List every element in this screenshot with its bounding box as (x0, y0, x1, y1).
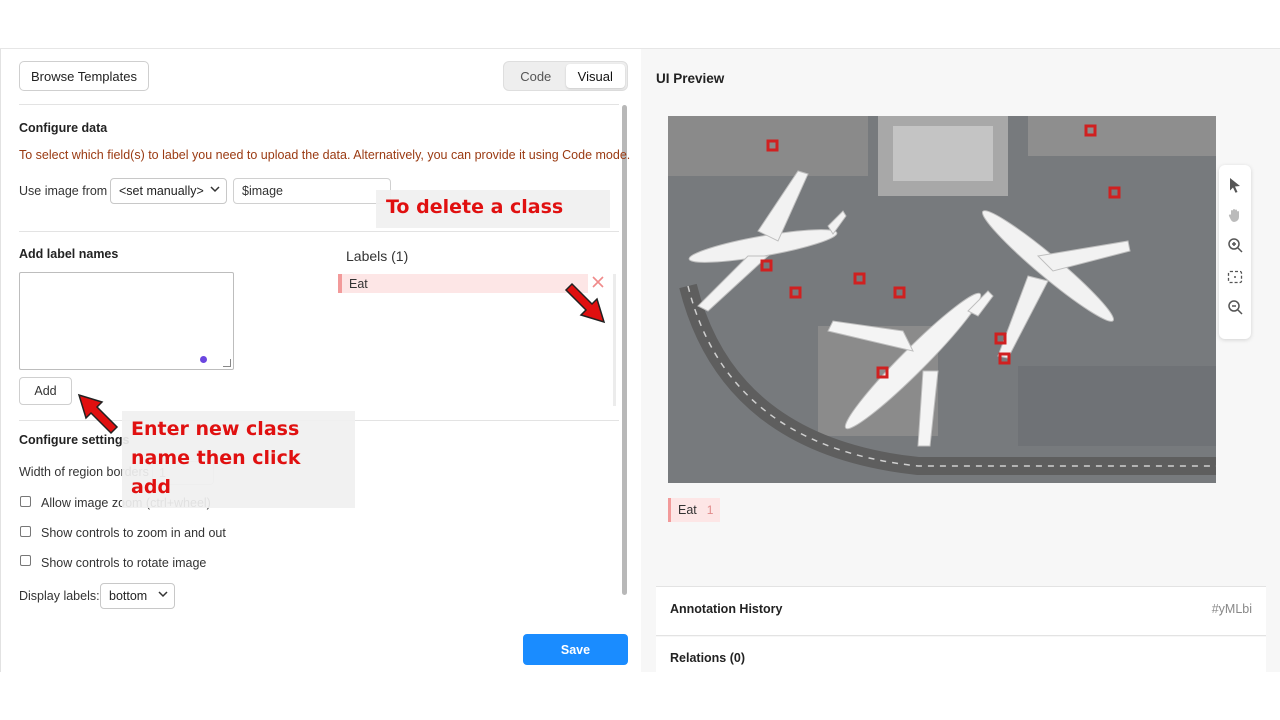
label-names-textarea[interactable] (19, 272, 234, 370)
save-button[interactable]: Save (523, 634, 628, 665)
image-tools (1219, 165, 1251, 339)
use-image-label: Use image from (19, 184, 108, 198)
airport-aerial-image[interactable] (668, 116, 1216, 483)
labels-title: Labels (1) (346, 248, 409, 264)
label-chip-name: Eat (678, 503, 697, 517)
divider (19, 104, 619, 105)
zoom-controls-label: Show controls to zoom in and out (41, 526, 226, 540)
display-labels-value: bottom (109, 589, 148, 603)
visual-mode-tab[interactable]: Visual (565, 64, 625, 88)
mode-toggle: Code Visual (503, 61, 628, 91)
annotation-history-section[interactable]: Annotation History #yMLbi (656, 586, 1266, 636)
relations-section[interactable]: Relations (0) (656, 637, 1266, 672)
browse-templates-button[interactable]: Browse Templates (19, 61, 149, 91)
config-panel: Browse Templates Code Visual Configure d… (0, 49, 641, 672)
label-chip-count: 1 (706, 503, 714, 517)
display-labels-label: Display labels: (19, 589, 100, 603)
labels-scrollbar[interactable] (613, 274, 616, 406)
add-label-names-title: Add label names (19, 247, 119, 261)
chevron-down-icon (158, 589, 168, 602)
panel-scrollbar[interactable] (622, 105, 627, 595)
display-labels-select[interactable]: bottom (100, 583, 175, 609)
annotation-id: #yMLbi (1211, 602, 1252, 616)
zoom-out-icon[interactable] (1225, 297, 1245, 317)
rotate-controls-checkbox[interactable] (20, 555, 31, 566)
annotation-history-title: Annotation History (670, 602, 783, 616)
fit-screen-icon[interactable] (1225, 267, 1245, 287)
preview-title: UI Preview (656, 71, 725, 86)
zoom-controls-checkbox[interactable] (20, 526, 31, 537)
image-source-value: <set manually> (119, 184, 204, 198)
relations-title: Relations (0) (670, 651, 746, 665)
configure-data-title: Configure data (19, 121, 108, 135)
label-chip-eat[interactable]: Eat 1 (668, 498, 721, 522)
add-label-button[interactable]: Add (19, 377, 72, 405)
preview-panel: UI Preview Eat 1 Annotation History #yML… (641, 49, 1280, 672)
label-item-name: Eat (349, 276, 368, 291)
image-variable-input[interactable]: $image (233, 178, 391, 204)
chevron-down-icon (210, 184, 220, 197)
delete-class-callout: To delete a class (376, 190, 610, 228)
rotate-controls-label: Show controls to rotate image (41, 556, 207, 570)
airport-image-art (668, 116, 1216, 483)
divider (19, 231, 619, 232)
code-mode-tab[interactable]: Code (506, 64, 566, 88)
resize-grip-icon[interactable] (223, 359, 231, 367)
image-source-select[interactable]: <set manually> (110, 178, 227, 204)
arrow-down-right-icon (564, 282, 606, 324)
arrow-up-left-icon (77, 393, 119, 435)
pan-hand-icon[interactable] (1225, 205, 1245, 225)
enter-class-callout: Enter new class name then click add (122, 411, 355, 508)
upload-warning: To select which field(s) to label you ne… (19, 148, 631, 162)
zoom-in-icon[interactable] (1225, 235, 1245, 255)
zoom-checkbox[interactable] (20, 496, 31, 507)
label-item[interactable]: Eat (338, 274, 588, 293)
select-pointer-icon[interactable] (1225, 175, 1245, 195)
grammarly-dot-icon (200, 356, 207, 363)
app-container: Browse Templates Code Visual Configure d… (0, 48, 1280, 672)
